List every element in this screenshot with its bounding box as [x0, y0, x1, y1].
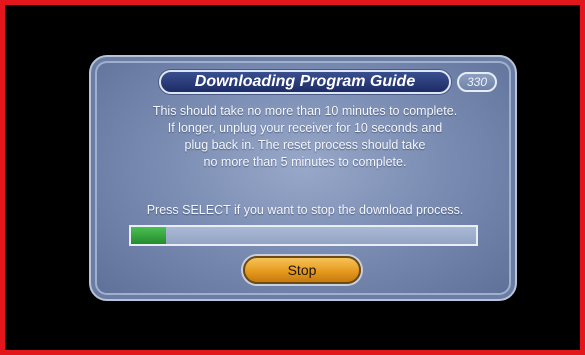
- message-line: no more than 5 minutes to complete.: [203, 155, 407, 169]
- message-line: This should take no more than 10 minutes…: [152, 104, 458, 118]
- dialog-message: This should take no more than 10 minutes…: [107, 103, 503, 171]
- download-dialog: Downloading Program Guide 330 This shoul…: [89, 55, 517, 301]
- download-progress-bar: [129, 225, 478, 246]
- tv-screen: Downloading Program Guide 330 This shoul…: [0, 0, 585, 355]
- download-progress-fill: [131, 227, 166, 244]
- stop-button[interactable]: Stop: [243, 256, 361, 284]
- message-line: If longer, unplug your receiver for 10 s…: [167, 121, 443, 135]
- message-line: plug back in. The reset process should t…: [184, 138, 426, 152]
- select-instruction: Press SELECT if you want to stop the dow…: [146, 203, 464, 217]
- channel-number-badge: 330: [457, 72, 497, 92]
- dialog-title: Downloading Program Guide: [159, 70, 451, 94]
